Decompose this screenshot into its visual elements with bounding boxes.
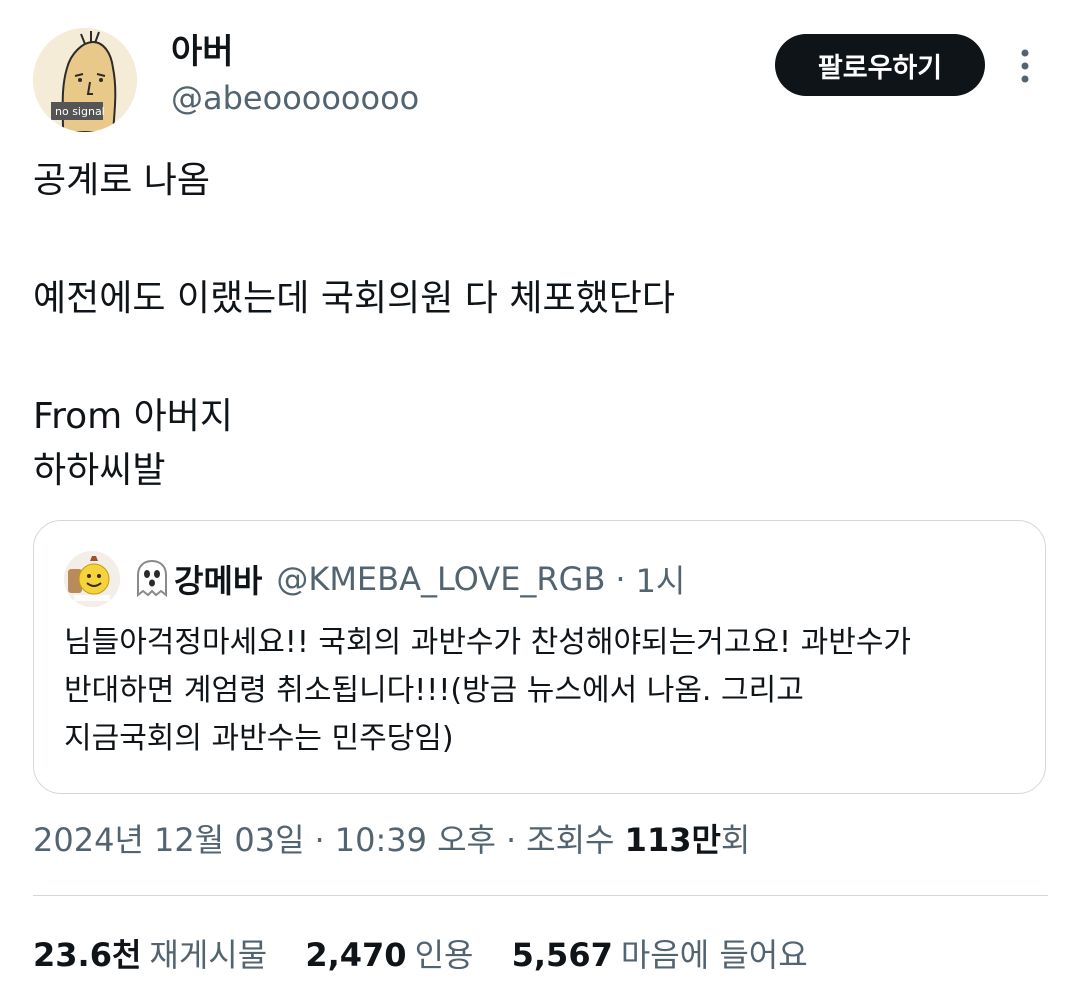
- more-vertical-icon[interactable]: [1013, 48, 1037, 84]
- quoted-author-name[interactable]: 강메바: [174, 556, 262, 602]
- quoted-tweet[interactable]: 강메바 @KMEBA_LOVE_RGB · 1시 님들아걱정마세요!! 국회의 …: [33, 520, 1046, 794]
- ghost-icon: [137, 559, 167, 598]
- quoted-time[interactable]: 1시: [636, 556, 686, 602]
- views-suffix: 회: [720, 821, 751, 859]
- quotes-stat[interactable]: 2,470 인용: [305, 936, 473, 974]
- retweets-count: 23.6천: [33, 936, 142, 974]
- quoted-line: 지금국회의 과반수는 민주당임): [64, 721, 454, 756]
- quoted-line: 반대하면 계엄령 취소됩니다!!!(방금 뉴스에서 나옴. 그리고: [64, 673, 804, 708]
- retweets-label: 재게시물: [149, 936, 268, 974]
- tweet-meta: 2024년 12월 03일 · 10:39 오후 · 조회수 113만회: [33, 818, 750, 862]
- no-signal-avatar-icon: no signal: [33, 28, 137, 132]
- likes-stat[interactable]: 5,567 마음에 들어요: [512, 936, 808, 974]
- tweet-time[interactable]: 10:39 오후: [335, 821, 496, 859]
- follow-button[interactable]: 팔로우하기: [775, 34, 985, 96]
- author-avatar[interactable]: no signal: [33, 28, 137, 132]
- views-number: 113만: [624, 821, 721, 859]
- tweet-date[interactable]: 2024년 12월 03일: [33, 821, 305, 859]
- tweet-header: no signal 아버 @abeoooooooo 팔로우하기: [33, 28, 1048, 132]
- quoted-author-handle[interactable]: @KMEBA_LOVE_RGB: [276, 560, 605, 598]
- tweet-text: 공계로 나옴 예전에도 이랬는데 국회의원 다 체포했단다 From 아버지 하…: [33, 154, 1043, 498]
- tweet-stats: 23.6천 재게시물 2,470 인용 5,567 마음에 들어요: [33, 932, 836, 978]
- tweet-line: 하하씨발: [33, 450, 166, 491]
- tweet-line: 공계로 나옴: [33, 160, 211, 201]
- retweets-stat[interactable]: 23.6천 재게시물: [33, 936, 267, 974]
- likes-label: 마음에 들어요: [620, 936, 808, 974]
- avatar-caption: no signal: [55, 105, 105, 118]
- quoted-separator: ·: [615, 560, 626, 598]
- tweet-line: 예전에도 이랬는데 국회의원 다 체포했단다: [33, 278, 675, 319]
- likes-count: 5,567: [511, 936, 613, 974]
- quoted-tweet-header: 강메바 @KMEBA_LOVE_RGB · 1시: [64, 551, 685, 607]
- divider: [33, 895, 1048, 896]
- views-label: 조회수: [526, 821, 615, 859]
- meta-separator: ·: [314, 821, 325, 859]
- author-name-block: 아버 @abeoooooooo: [171, 30, 419, 120]
- quoted-author-avatar[interactable]: [64, 551, 120, 607]
- emoji-avatar-icon: [64, 551, 120, 607]
- meta-separator: ·: [506, 821, 517, 859]
- quotes-count: 2,470: [305, 936, 407, 974]
- tweet-line: From 아버지: [33, 396, 233, 437]
- author-handle[interactable]: @abeoooooooo: [171, 76, 419, 120]
- quotes-label: 인용: [414, 936, 474, 974]
- author-display-name[interactable]: 아버: [171, 30, 419, 74]
- quoted-tweet-body: 님들아걱정마세요!! 국회의 과반수가 찬성해야되는거고요! 과반수가 반대하면…: [64, 619, 1024, 763]
- quoted-line: 님들아걱정마세요!! 국회의 과반수가 찬성해야되는거고요! 과반수가: [64, 625, 912, 660]
